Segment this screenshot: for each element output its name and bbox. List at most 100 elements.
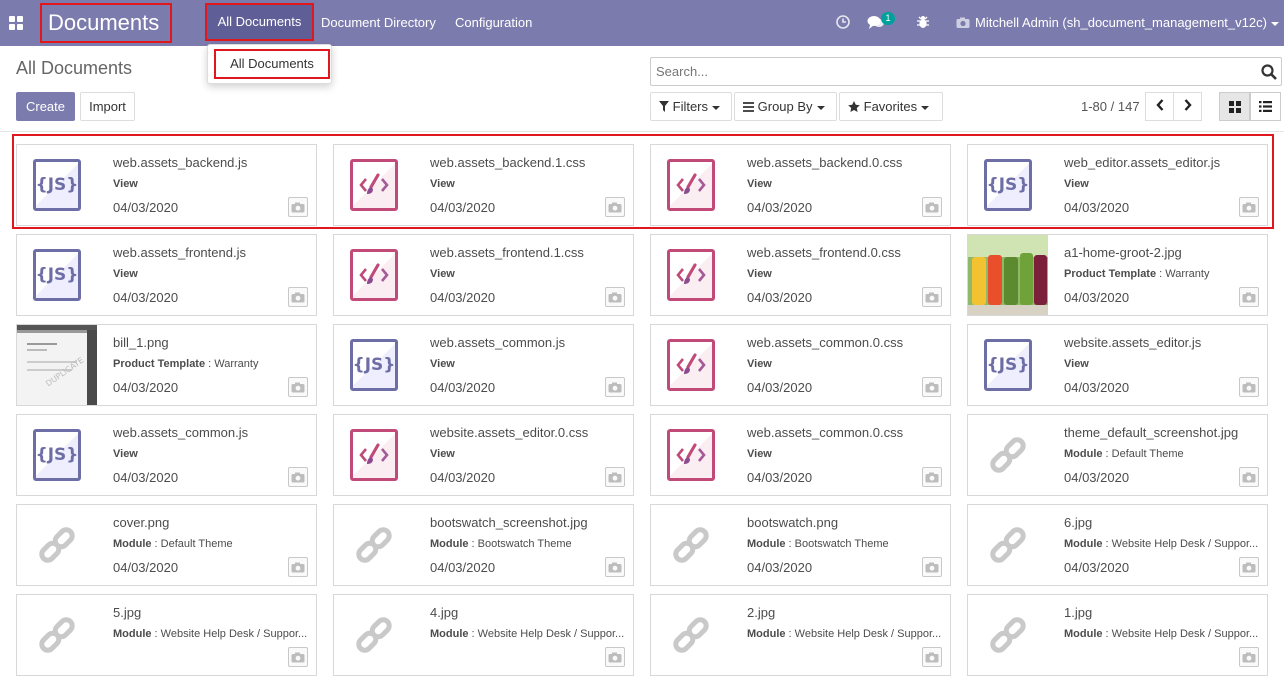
image-button[interactable] [288, 557, 308, 577]
js-file-icon: {JS} [33, 249, 81, 301]
list-view-button[interactable] [1250, 92, 1281, 121]
document-card[interactable]: 4.jpg Module : Website Help Desk / Suppor… [333, 594, 634, 676]
document-card[interactable]: 5.jpg Module : Website Help Desk / Suppor… [16, 594, 317, 676]
document-card[interactable]: web.assets_frontend.1.css View 04/03/2020 [333, 234, 634, 316]
menu-document-directory[interactable]: Document Directory [321, 0, 436, 46]
camera-icon [925, 382, 939, 392]
related-model-label: Module [1064, 448, 1103, 460]
filters-button[interactable]: Filters [650, 92, 732, 121]
document-thumbnail[interactable] [334, 235, 414, 315]
menu-all-documents[interactable]: All Documents [205, 3, 314, 41]
document-card[interactable]: {JS} web.assets_common.js View 04/03/2020 [333, 324, 634, 406]
related-model-label: View [747, 268, 772, 280]
document-thumbnail[interactable] [968, 595, 1048, 675]
document-thumbnail[interactable] [968, 505, 1048, 585]
document-card[interactable]: web.assets_frontend.0.css View 04/03/2020 [650, 234, 951, 316]
document-thumbnail[interactable]: {JS} [17, 415, 97, 495]
image-button[interactable] [1239, 287, 1259, 307]
search-icon[interactable] [1261, 64, 1277, 80]
pager-value[interactable]: 1-80 / 147 [1081, 92, 1140, 121]
pager-next-button[interactable] [1173, 92, 1202, 121]
control-panel-divider [0, 131, 1284, 132]
document-date: 04/03/2020 [113, 290, 179, 305]
pager-previous-button[interactable] [1145, 92, 1174, 121]
image-button[interactable] [922, 467, 942, 487]
favorites-button[interactable]: Favorites [839, 92, 943, 121]
document-card[interactable]: a1-home-groot-2.jpg Product Template : Wa… [967, 234, 1268, 316]
document-card[interactable]: 1.jpg Module : Website Help Desk / Suppor… [967, 594, 1268, 676]
document-thumbnail[interactable]: {JS} [17, 235, 97, 315]
document-thumbnail[interactable] [651, 505, 731, 585]
document-card[interactable]: bootswatch.png Module : Bootswatch Theme 0… [650, 504, 951, 586]
image-button[interactable] [1239, 467, 1259, 487]
image-button[interactable] [605, 287, 625, 307]
document-thumbnail[interactable] [17, 595, 97, 675]
image-button[interactable] [1239, 377, 1259, 397]
document-card[interactable]: bootswatch_screenshot.jpg Module : Bootsw… [333, 504, 634, 586]
document-thumbnail[interactable] [651, 415, 731, 495]
document-thumbnail[interactable] [968, 235, 1048, 315]
document-card[interactable]: web.assets_common.0.css View 04/03/2020 [650, 324, 951, 406]
document-thumbnail[interactable] [17, 505, 97, 585]
favorites-caret-icon [921, 105, 930, 110]
image-button[interactable] [288, 647, 308, 667]
image-button[interactable] [922, 377, 942, 397]
user-menu[interactable]: Mitchell Admin (sh_document_management_v… [975, 0, 1279, 46]
link-icon [356, 527, 392, 563]
document-card[interactable]: {JS} web.assets_frontend.js View 04/03/2020 [16, 234, 317, 316]
document-card[interactable]: cover.png Module : Default Theme 04/03/202… [16, 504, 317, 586]
link-icon [673, 617, 709, 653]
image-button[interactable] [605, 647, 625, 667]
document-thumbnail[interactable]: {JS} [334, 325, 414, 405]
document-thumbnail[interactable] [968, 415, 1048, 495]
dropdown-item-all-documents[interactable]: All Documents [214, 49, 330, 79]
document-card[interactable]: web.assets_common.0.css View 04/03/2020 [650, 414, 951, 496]
image-button[interactable] [288, 467, 308, 487]
document-card[interactable]: {JS} web.assets_common.js View 04/03/2020 [16, 414, 317, 496]
clock-icon[interactable] [835, 14, 851, 30]
document-thumbnail[interactable]: DUPLICATE [17, 325, 97, 405]
document-card[interactable]: theme_default_screenshot.jpg Module : Def… [967, 414, 1268, 496]
document-date: 04/03/2020 [430, 290, 496, 305]
menu-configuration[interactable]: Configuration [455, 0, 532, 46]
camera-icon [608, 292, 622, 302]
image-button[interactable] [1239, 557, 1259, 577]
document-card[interactable]: website.assets_editor.0.css View 04/03/202… [333, 414, 634, 496]
document-date: 04/03/2020 [430, 560, 496, 575]
apps-grid-icon[interactable] [9, 16, 23, 30]
document-card[interactable]: 6.jpg Module : Website Help Desk / Suppor… [967, 504, 1268, 586]
kanban-view-button[interactable] [1219, 92, 1250, 121]
document-thumbnail[interactable] [334, 415, 414, 495]
document-related-model: Module : Default Theme [113, 538, 313, 550]
document-thumbnail[interactable] [651, 325, 731, 405]
document-thumbnail[interactable] [651, 595, 731, 675]
related-model-label: View [430, 448, 455, 460]
document-thumbnail[interactable] [334, 505, 414, 585]
document-date: 04/03/2020 [430, 380, 496, 395]
image-button[interactable] [288, 377, 308, 397]
search-input[interactable] [651, 58, 1241, 84]
document-card[interactable]: 2.jpg Module : Website Help Desk / Suppor… [650, 594, 951, 676]
bug-icon[interactable] [915, 14, 931, 30]
image-button[interactable] [922, 647, 942, 667]
document-card[interactable]: {JS} website.assets_editor.js View 04/03/20… [967, 324, 1268, 406]
image-button[interactable] [288, 287, 308, 307]
image-button[interactable] [1239, 647, 1259, 667]
document-thumbnail[interactable]: {JS} [968, 325, 1048, 405]
link-icon [39, 617, 75, 653]
document-related-model: View [113, 268, 313, 280]
import-button[interactable]: Import [80, 92, 135, 121]
image-button[interactable] [605, 557, 625, 577]
image-button[interactable] [605, 467, 625, 487]
document-card[interactable]: DUPLICATE bill_1.png Product Template : Wa… [16, 324, 317, 406]
group-by-button[interactable]: Group By [734, 92, 837, 121]
chevron-left-icon [1155, 99, 1163, 111]
create-button[interactable]: Create [16, 92, 75, 121]
image-button[interactable] [922, 287, 942, 307]
image-button[interactable] [605, 377, 625, 397]
camera-icon [925, 652, 939, 662]
image-button[interactable] [922, 557, 942, 577]
document-thumbnail[interactable] [651, 235, 731, 315]
document-thumbnail[interactable] [334, 595, 414, 675]
document-name: bootswatch_screenshot.jpg [430, 515, 588, 530]
